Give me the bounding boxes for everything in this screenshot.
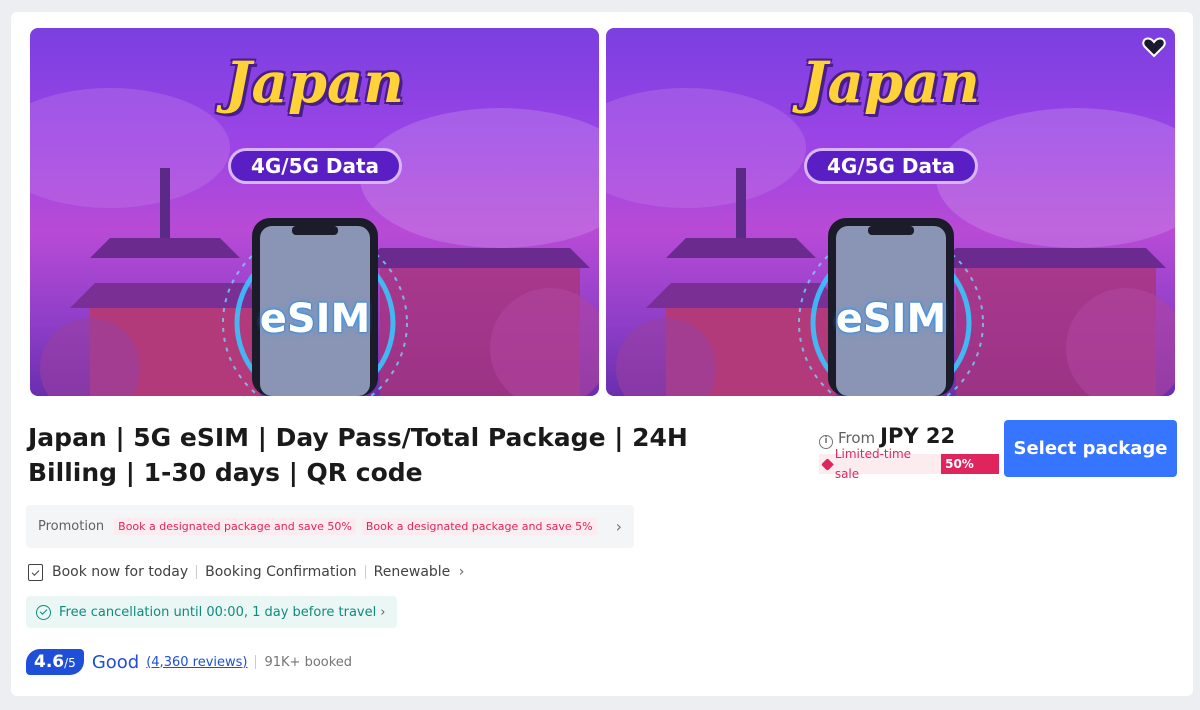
feature-item: Renewable <box>373 564 451 580</box>
gallery-image-2[interactable]: Japan 4G/5G Data eSIM <box>606 28 1175 396</box>
chevron-right-icon: › <box>615 517 622 536</box>
tag-icon <box>821 457 834 471</box>
image-esim-label: eSIM <box>259 296 371 342</box>
gallery-image-1[interactable]: Japan 4G/5G Data eSIM <box>30 28 599 396</box>
promotion-bar[interactable]: Promotion Book a designated package and … <box>26 505 634 548</box>
chevron-right-icon: › <box>380 604 386 620</box>
divider <box>255 655 257 669</box>
divider <box>196 565 198 579</box>
image-title: Japan <box>801 50 980 116</box>
rating-row: 4.6 /5 Good (4,360 reviews) 91K+ booked <box>26 648 352 676</box>
discount-badge: 50% off <box>941 454 999 491</box>
sale-label: Limited-time sale <box>834 447 912 481</box>
product-title: Japan | 5G eSIM | Day Pass/Total Package… <box>28 423 688 487</box>
image-gallery: Japan 4G/5G Data eSIM Japan 4G/5G Data e… <box>30 28 1175 396</box>
check-circle-icon <box>36 604 51 620</box>
price-box: i From JPY 22 Limited-time sale 50% off <box>819 424 999 491</box>
feature-item: Book now for today <box>52 564 189 580</box>
promotion-label: Promotion <box>38 519 105 534</box>
heart-icon[interactable] <box>1139 36 1169 66</box>
rating-word: Good <box>91 651 140 673</box>
image-title: Japan <box>225 50 404 116</box>
info-icon[interactable]: i <box>819 435 833 449</box>
calendar-check-icon <box>28 563 43 581</box>
free-cancellation-banner[interactable]: Free cancellation until 00:00, 1 day bef… <box>26 596 398 628</box>
rating-badge: 4.6 /5 <box>26 649 84 675</box>
select-package-button[interactable]: Select package <box>1004 420 1177 477</box>
image-data-pill: 4G/5G Data <box>804 148 978 184</box>
features-row: Book now for today Booking Confirmation … <box>28 562 464 582</box>
product-card: Japan 4G/5G Data eSIM Japan 4G/5G Data e… <box>11 12 1193 696</box>
rating-max: /5 <box>64 656 76 670</box>
image-data-pill: 4G/5G Data <box>228 148 402 184</box>
cancellation-text: Free cancellation until 00:00, 1 day bef… <box>59 604 377 620</box>
promotion-chip: Book a designated package and save 5% <box>361 518 597 535</box>
feature-item: Booking Confirmation <box>205 564 357 580</box>
divider <box>364 565 366 579</box>
reviews-link[interactable]: (4,360 reviews) <box>146 655 247 670</box>
image-esim-label: eSIM <box>835 296 947 342</box>
promotion-chip: Book a designated package and save 50% <box>114 518 356 535</box>
chevron-right-icon: › <box>458 564 465 580</box>
limited-time-sale-tag: Limited-time sale <box>819 447 942 481</box>
feature-item-renewable[interactable]: Renewable › <box>374 564 465 580</box>
booked-count: 91K+ booked <box>264 654 353 670</box>
rating-score: 4.6 <box>34 652 65 672</box>
